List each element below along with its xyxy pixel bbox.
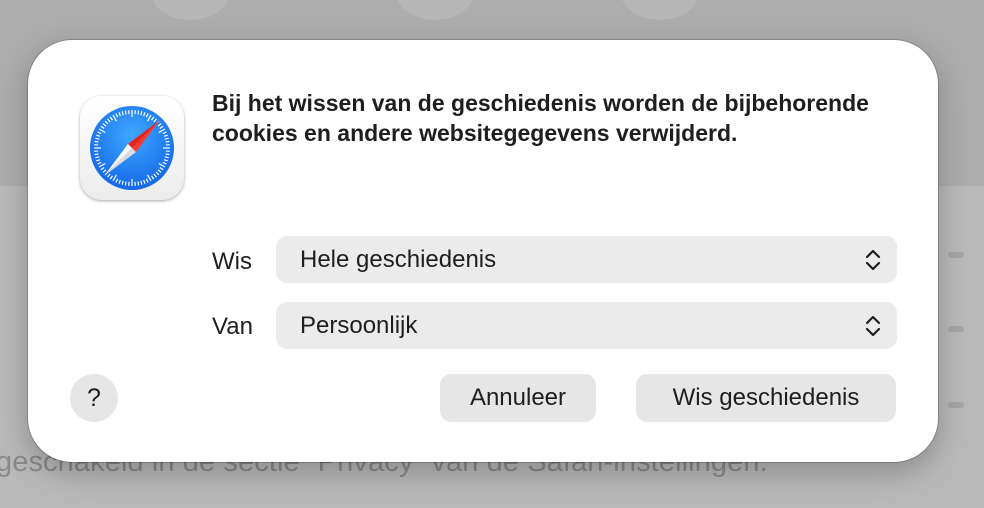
cancel-button[interactable]: Annuleer xyxy=(440,374,596,422)
dialog-message: Bij het wissen van de geschiedenis worde… xyxy=(212,90,869,146)
background-toolbar-item xyxy=(620,0,700,20)
safari-compass-icon xyxy=(90,106,174,190)
clear-history-button[interactable]: Wis geschiedenis xyxy=(636,374,896,422)
help-button[interactable]: ? xyxy=(70,374,118,422)
background-mark xyxy=(948,252,964,258)
chevron-up-down-icon xyxy=(865,315,881,337)
compass-tick xyxy=(137,110,140,115)
compass-tick xyxy=(94,153,99,156)
compass-tick xyxy=(124,181,127,186)
background-mark xyxy=(948,326,964,332)
compass-tick xyxy=(94,140,99,143)
compass-tick xyxy=(165,140,170,143)
profile-popup[interactable]: Persoonlijk xyxy=(276,302,897,349)
background-toolbar-item xyxy=(150,0,230,20)
safari-icon xyxy=(80,96,184,200)
compass-tick xyxy=(137,181,140,186)
chevron-up-down-icon xyxy=(865,249,881,271)
profile-label: Van xyxy=(212,313,253,340)
clear-range-popup[interactable]: Hele geschiedenis xyxy=(276,236,897,283)
profile-value: Persoonlijk xyxy=(300,312,418,339)
compass-tick xyxy=(165,153,170,156)
background-toolbar-item xyxy=(395,0,475,20)
clear-range-value: Hele geschiedenis xyxy=(300,246,497,273)
background-mark xyxy=(948,402,964,408)
clear-history-dialog: Bij het wissen van de geschiedenis worde… xyxy=(28,40,938,462)
compass-tick xyxy=(124,110,127,115)
clear-range-label: Wis xyxy=(212,248,252,275)
